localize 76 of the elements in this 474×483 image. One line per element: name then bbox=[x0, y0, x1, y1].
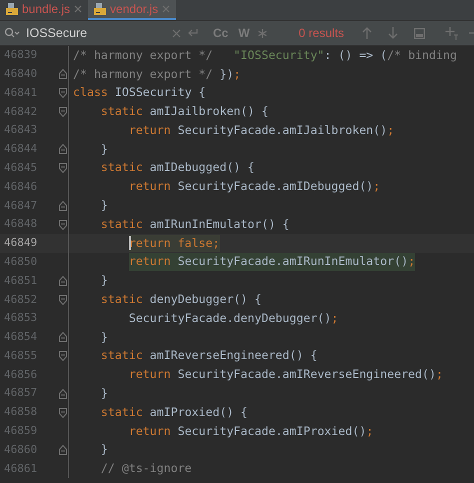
code-line: static amIRunInEmulator() { bbox=[100, 216, 290, 233]
code-line: return SecurityFacade.amIReverseEngineered(); bbox=[128, 366, 443, 384]
line-number: 46851 bbox=[3, 272, 38, 289]
line-number: 46844 bbox=[3, 141, 38, 158]
regex-icon[interactable] bbox=[258, 28, 267, 38]
line-number: 46842 bbox=[3, 104, 38, 120]
fold-marker-icon[interactable] bbox=[59, 69, 67, 80]
line-number: 46850 bbox=[3, 254, 38, 270]
code-line: static amIProxied() { bbox=[100, 404, 248, 421]
code-line: return SecurityFacade.amIJailbroken(); bbox=[128, 122, 394, 139]
line-number: 46859 bbox=[3, 423, 38, 440]
code-line: return SecurityFacade.amIDebugged(); bbox=[128, 178, 380, 196]
code-line: // @ts-ignore bbox=[100, 460, 192, 478]
line-number: 46847 bbox=[3, 198, 38, 214]
newline-icon[interactable] bbox=[187, 28, 199, 38]
line-number: 46857 bbox=[3, 385, 38, 402]
add-filter-icon[interactable] bbox=[445, 26, 460, 40]
code-line: } bbox=[100, 385, 108, 402]
close-icon[interactable] bbox=[162, 5, 170, 13]
fold-marker-icon[interactable] bbox=[59, 388, 67, 399]
code-line: class IOSSecurity { bbox=[73, 84, 206, 102]
fold-marker-icon[interactable] bbox=[59, 332, 67, 342]
code-line: } bbox=[100, 441, 108, 458]
code-line: static amIReverseEngineered() { bbox=[100, 347, 318, 364]
fold-marker-icon[interactable] bbox=[59, 408, 67, 418]
line-number: 46858 bbox=[3, 404, 38, 420]
line-number: 46848 bbox=[3, 216, 38, 232]
code-line: } bbox=[100, 328, 108, 346]
code-line: return SecurityFacade.amIProxied(); bbox=[128, 422, 374, 440]
results-count: 0 results bbox=[298, 25, 344, 42]
code-line: } bbox=[100, 197, 108, 214]
line-number: 46841 bbox=[3, 84, 38, 101]
code-line: /* harmony export */ }); bbox=[73, 66, 241, 82]
fold-marker-icon[interactable] bbox=[59, 163, 67, 174]
code-line: SecurityFacade.denyDebugger(); bbox=[128, 310, 338, 327]
text-caret bbox=[128, 236, 131, 250]
fold-marker-icon[interactable] bbox=[59, 276, 67, 286]
line-number: 46840 bbox=[3, 66, 38, 82]
line-number: 46853 bbox=[3, 310, 38, 326]
code-line: static denyDebugger() { bbox=[100, 291, 262, 308]
minus-icon[interactable] bbox=[469, 32, 474, 34]
file-tab[interactable]: vendor.js bbox=[88, 0, 176, 20]
code-line: static amIDebugged() { bbox=[100, 159, 254, 176]
fold-marker-icon[interactable] bbox=[59, 294, 67, 305]
close-icon[interactable] bbox=[74, 5, 82, 13]
search-field[interactable]: IOSSecure bbox=[26, 24, 156, 42]
code-line: } bbox=[100, 272, 108, 290]
line-number: 46849 bbox=[3, 235, 38, 252]
code-line: } bbox=[100, 140, 108, 158]
fold-marker-icon[interactable] bbox=[59, 88, 67, 98]
line-number: 46854 bbox=[3, 329, 38, 346]
down-arrow-icon[interactable] bbox=[388, 27, 398, 39]
line-number: 46839 bbox=[3, 47, 38, 64]
code-line: /* harmony export */ "IOSSecurity": () => (/* binding bbox=[73, 46, 457, 64]
line-number: 46860 bbox=[3, 442, 38, 458]
fold-marker-icon[interactable] bbox=[59, 200, 67, 211]
fold-marker-icon[interactable] bbox=[59, 351, 67, 362]
line-number: 46861 bbox=[3, 460, 38, 477]
clear-icon[interactable] bbox=[172, 28, 181, 38]
line-number: 46856 bbox=[3, 366, 38, 383]
line-number: 46846 bbox=[3, 178, 38, 195]
line-number: 46852 bbox=[3, 292, 38, 308]
search-icon[interactable] bbox=[4, 27, 20, 39]
js-file-icon bbox=[94, 3, 106, 15]
fold-marker-icon[interactable] bbox=[59, 144, 67, 154]
code-line: static amIJailbroken() { bbox=[100, 103, 268, 120]
line-number: 46855 bbox=[3, 348, 38, 364]
fold-marker-icon[interactable] bbox=[59, 220, 67, 230]
fold-marker-icon[interactable] bbox=[59, 445, 67, 456]
line-number: 46843 bbox=[3, 122, 38, 138]
js-file-icon bbox=[6, 3, 18, 15]
file-tab[interactable]: bundle.js bbox=[0, 0, 88, 20]
window-icon[interactable] bbox=[414, 28, 426, 38]
up-arrow-icon[interactable] bbox=[362, 27, 372, 39]
fold-marker-icon[interactable] bbox=[59, 106, 67, 117]
line-number: 46845 bbox=[3, 160, 38, 176]
